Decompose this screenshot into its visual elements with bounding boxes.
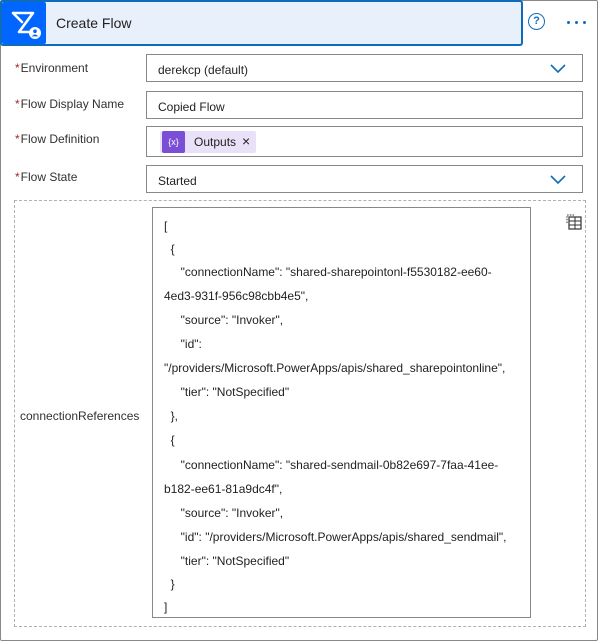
json-line: "tier": "NotSpecified" — [164, 385, 290, 399]
json-line: 4ed3-931f-956c98cbb4e5", — [164, 289, 309, 303]
flow-display-name-input[interactable]: Copied Flow — [146, 91, 583, 119]
json-line: "connectionName": "shared-sendmail-0b82e… — [164, 458, 499, 472]
flow-display-name-value: Copied Flow — [158, 100, 225, 114]
outputs-token[interactable]: {x} Outputs × — [160, 131, 256, 153]
remove-token-icon[interactable]: × — [242, 133, 250, 149]
required-asterisk: * — [15, 170, 20, 184]
required-asterisk: * — [15, 132, 20, 146]
json-line: ] — [164, 600, 168, 614]
json-line: b182-ee61-81a9dc4f", — [164, 482, 283, 496]
switch-to-table-icon[interactable] — [565, 213, 583, 231]
token-label: Outputs — [194, 135, 237, 149]
required-asterisk: * — [15, 97, 20, 111]
connection-references-label: connectionReferences — [20, 409, 140, 423]
flow-state-value: Started — [158, 174, 197, 188]
json-line: } — [164, 577, 175, 591]
chevron-down-icon — [550, 175, 566, 185]
flow-definition-label: *Flow Definition — [15, 132, 100, 146]
environment-label: *Environment — [15, 61, 89, 75]
flow-display-name-label: *Flow Display Name — [15, 97, 125, 111]
power-automate-icon — [2, 2, 46, 44]
action-header[interactable]: Create Flow — [0, 0, 523, 46]
action-title[interactable]: Create Flow — [56, 15, 131, 31]
more-options-icon[interactable] — [565, 12, 587, 32]
connection-references-editor[interactable]: [ { "connectionName": "shared-sharepoint… — [152, 207, 531, 618]
help-icon[interactable]: ? — [528, 13, 545, 30]
json-line: "id": "/providers/Microsoft.PowerApps/ap… — [164, 530, 507, 544]
json-line: { — [164, 433, 175, 447]
json-line: "tier": "NotSpecified" — [164, 554, 290, 568]
json-line: [ — [164, 219, 168, 233]
environment-dropdown[interactable]: derekcp (default) — [146, 54, 583, 82]
environment-value: derekcp (default) — [158, 63, 249, 77]
json-line: "/providers/Microsoft.PowerApps/apis/sha… — [164, 361, 506, 375]
json-line: }, — [164, 409, 179, 423]
json-line: "connectionName": "shared-sharepointonl-… — [164, 265, 492, 279]
flow-definition-input[interactable]: {x} Outputs × — [146, 126, 583, 157]
json-line: "source": "Invoker", — [164, 313, 284, 327]
json-line: "id": — [164, 337, 202, 351]
expression-icon: {x} — [162, 131, 185, 153]
json-line: { — [164, 242, 175, 256]
required-asterisk: * — [15, 61, 20, 75]
flow-state-label: *Flow State — [15, 170, 78, 184]
chevron-down-icon — [550, 64, 566, 74]
json-line: "source": "Invoker", — [164, 506, 284, 520]
flow-state-dropdown[interactable]: Started — [146, 165, 583, 193]
